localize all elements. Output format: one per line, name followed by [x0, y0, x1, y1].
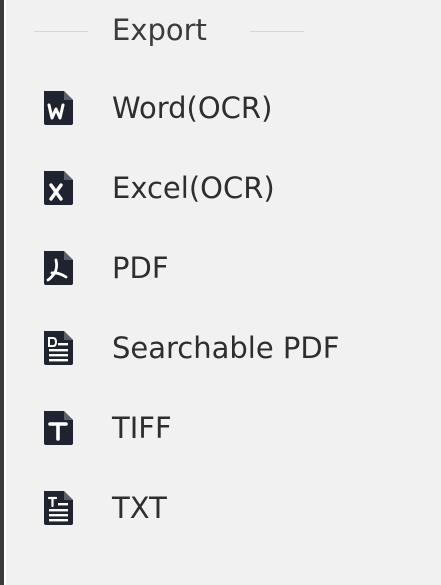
export-item-label: Searchable PDF: [112, 331, 340, 365]
header-divider-right: [250, 31, 304, 32]
tiff-icon: [38, 408, 78, 448]
window-left-border: [0, 0, 4, 585]
export-section-header: Export: [6, 6, 441, 54]
export-item-label: Excel(OCR): [112, 171, 275, 205]
header-divider-left: [34, 31, 88, 32]
export-searchable-pdf-item[interactable]: Searchable PDF: [6, 316, 441, 380]
export-tiff-item[interactable]: TIFF: [6, 396, 441, 460]
searchable-pdf-icon: [38, 328, 78, 368]
export-txt-item[interactable]: TXT: [6, 476, 441, 540]
export-item-label: TIFF: [112, 411, 172, 445]
export-menu: Export Word(OCR) Excel(OCR) PDF Searchab…: [6, 0, 441, 585]
export-pdf-item[interactable]: PDF: [6, 236, 441, 300]
export-item-label: PDF: [112, 251, 169, 285]
export-excel-ocr-item[interactable]: Excel(OCR): [6, 156, 441, 220]
export-item-label: TXT: [112, 491, 167, 525]
export-item-label: Word(OCR): [112, 91, 273, 125]
export-section-title: Export: [112, 13, 207, 47]
txt-icon: [38, 488, 78, 528]
pdf-icon: [38, 248, 78, 288]
export-word-ocr-item[interactable]: Word(OCR): [6, 76, 441, 140]
excel-icon: [38, 168, 78, 208]
word-icon: [38, 88, 78, 128]
